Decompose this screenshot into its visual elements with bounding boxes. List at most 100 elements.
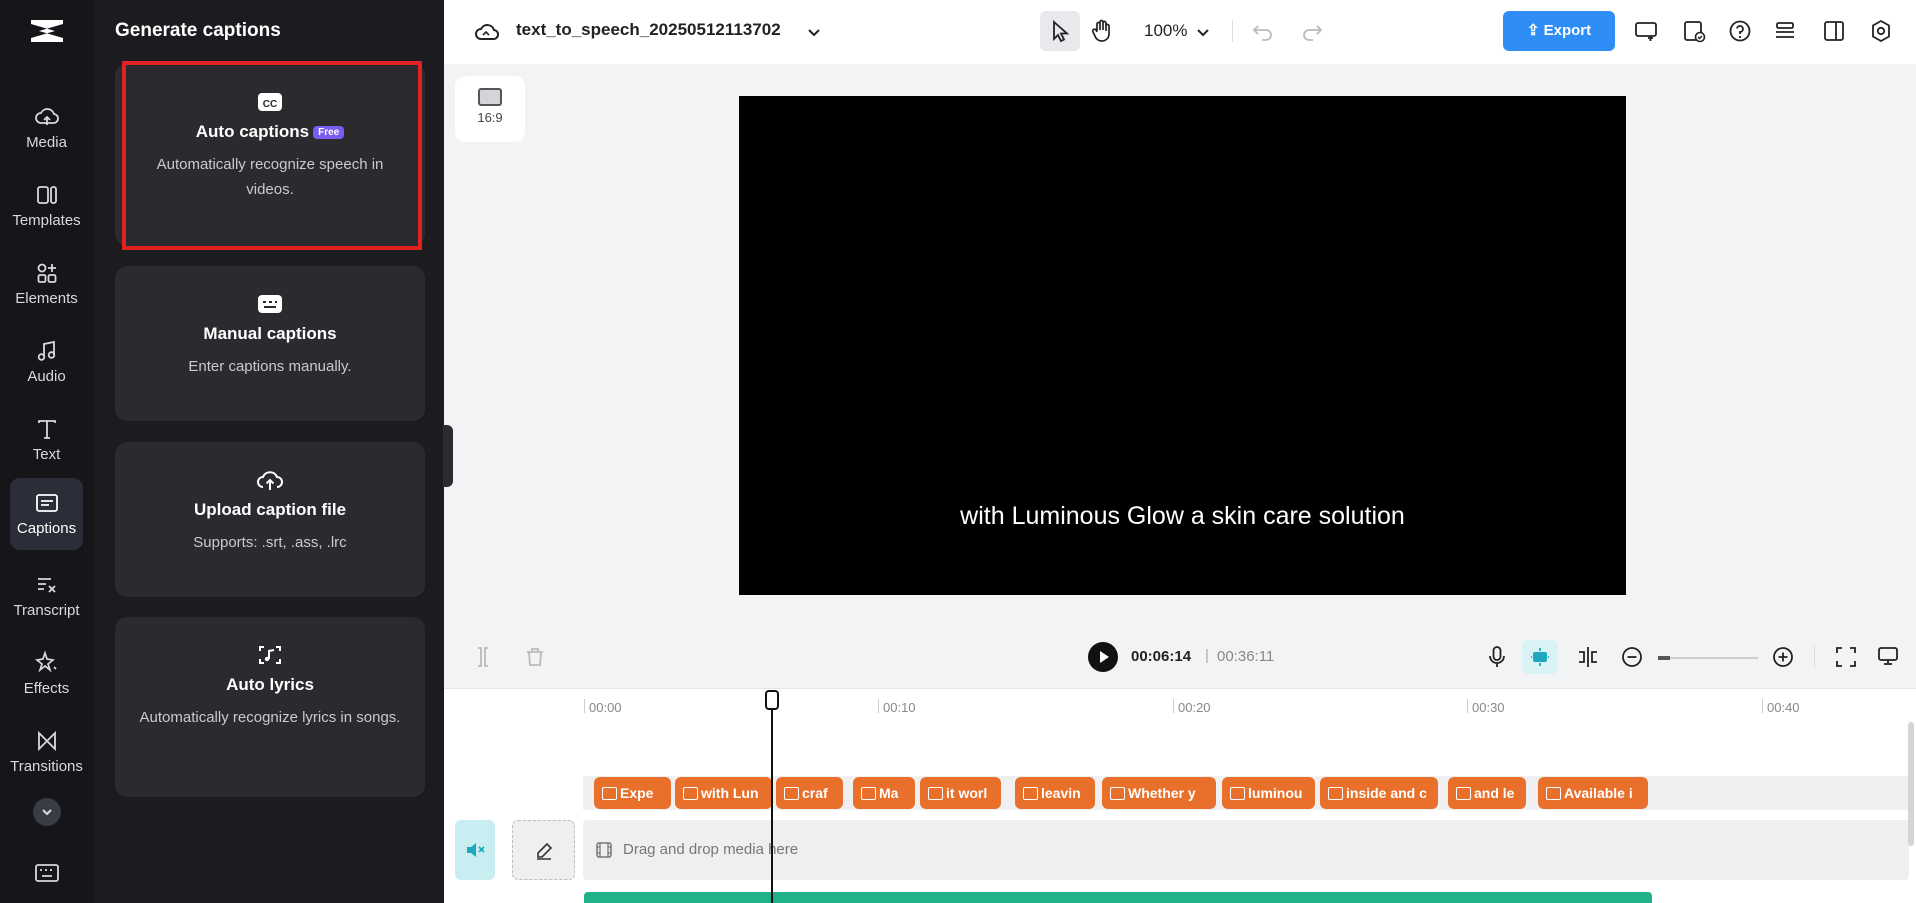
captions-icon bbox=[35, 494, 58, 512]
rail-elements[interactable]: Elements bbox=[10, 248, 83, 320]
templates-icon bbox=[36, 186, 57, 204]
rail-elements-label: Elements bbox=[15, 290, 78, 307]
select-tool-button[interactable] bbox=[1040, 11, 1080, 51]
zoom-chevron-down-icon[interactable] bbox=[1190, 19, 1216, 45]
pointer-icon bbox=[1053, 20, 1070, 43]
auto-lyrics-card[interactable]: Auto lyrics Automatically recognize lyri… bbox=[115, 617, 425, 797]
auto-lyrics-title: Auto lyrics bbox=[226, 675, 314, 694]
timeline-controls: 00:06:14 | 00:36:11 bbox=[444, 628, 1916, 686]
capcut-logo[interactable] bbox=[27, 14, 67, 48]
rail-transcript[interactable]: Transcript bbox=[10, 560, 83, 632]
export-button[interactable]: ⇪ Export bbox=[1503, 11, 1615, 51]
auto-lyrics-desc: Automatically recognize lyrics in songs. bbox=[139, 709, 401, 726]
split-view-icon[interactable] bbox=[1821, 18, 1847, 44]
project-name[interactable]: text_to_speech_20250512113702 bbox=[516, 20, 781, 40]
effects-icon bbox=[34, 650, 57, 673]
cloud-save-icon[interactable] bbox=[474, 19, 500, 45]
zoom-slider-knob[interactable] bbox=[1658, 656, 1670, 660]
play-button[interactable] bbox=[1088, 642, 1118, 672]
export-label: Export bbox=[1543, 22, 1592, 39]
playhead-handle[interactable] bbox=[765, 690, 779, 710]
auto-captions-card[interactable]: CC Auto captions Free Automatically recog… bbox=[115, 64, 425, 246]
rail-audio-label: Audio bbox=[27, 368, 66, 385]
upload-caption-title: Upload caption file bbox=[193, 500, 347, 519]
caption-clip[interactable]: it worl bbox=[920, 777, 1001, 809]
svg-text:CC: CC bbox=[263, 99, 277, 110]
zoom-slider[interactable] bbox=[1658, 657, 1758, 659]
chevron-down-icon bbox=[42, 809, 52, 816]
caption-clip[interactable]: inside and c bbox=[1320, 777, 1438, 809]
fit-timeline-icon[interactable] bbox=[1833, 644, 1859, 670]
redo-icon[interactable] bbox=[1299, 18, 1325, 44]
caption-clip[interactable]: Available i bbox=[1538, 777, 1648, 809]
edit-cover-button[interactable] bbox=[512, 820, 575, 880]
divider bbox=[1232, 20, 1233, 42]
current-time: 00:06:14 bbox=[1131, 648, 1192, 665]
elements-icon bbox=[37, 263, 56, 283]
microphone-icon[interactable] bbox=[1484, 644, 1510, 670]
caption-clip[interactable]: luminou bbox=[1222, 777, 1315, 809]
transcript-icon bbox=[37, 578, 56, 593]
tick-mark bbox=[1173, 699, 1174, 713]
rail-transitions-label: Transitions bbox=[10, 758, 83, 775]
aspect-ratio-label: 16:9 bbox=[477, 110, 503, 125]
tick-label: 00:20 bbox=[1178, 700, 1211, 715]
rail-templates[interactable]: Templates bbox=[10, 170, 83, 242]
caption-clip[interactable]: craf bbox=[776, 777, 843, 809]
transitions-icon bbox=[37, 730, 56, 752]
caption-clip[interactable]: and le bbox=[1448, 777, 1526, 809]
video-preview[interactable]: with Luminous Glow a skin care solution bbox=[739, 96, 1626, 595]
present-icon[interactable] bbox=[1633, 18, 1659, 44]
rail-transitions[interactable]: Transitions bbox=[10, 716, 83, 788]
monitor-icon[interactable] bbox=[1875, 643, 1901, 669]
timeline-scrollbar[interactable] bbox=[1908, 722, 1914, 846]
zoom-out-icon[interactable] bbox=[1619, 644, 1645, 670]
caption-clip[interactable]: Ma bbox=[853, 777, 915, 809]
hand-icon[interactable] bbox=[1089, 18, 1115, 44]
layers-icon[interactable] bbox=[1772, 18, 1798, 44]
divider bbox=[1814, 646, 1815, 668]
upload-caption-card[interactable]: Upload caption file Supports: .srt, .ass… bbox=[115, 442, 425, 597]
undo-icon[interactable] bbox=[1250, 18, 1276, 44]
caption-clip[interactable]: Expe bbox=[594, 777, 671, 809]
keyboard-shortcuts-icon[interactable] bbox=[33, 862, 61, 884]
split-marker-icon[interactable] bbox=[1575, 644, 1601, 670]
playhead-line[interactable] bbox=[771, 690, 773, 903]
rail-media[interactable]: Media bbox=[10, 92, 83, 164]
delete-icon[interactable] bbox=[522, 644, 548, 670]
split-clip-icon[interactable] bbox=[470, 644, 496, 670]
rail-audio[interactable]: Audio bbox=[10, 326, 83, 398]
help-icon[interactable] bbox=[1727, 18, 1753, 44]
zoom-in-icon[interactable] bbox=[1770, 644, 1796, 670]
caption-clip[interactable]: leavin bbox=[1015, 777, 1095, 809]
chevron-down-icon[interactable] bbox=[801, 19, 827, 45]
subtitle-text[interactable]: with Luminous Glow a skin care solution bbox=[739, 502, 1626, 531]
tick-label: 00:40 bbox=[1767, 700, 1800, 715]
rail-more-button[interactable] bbox=[33, 798, 61, 826]
shield-check-icon[interactable] bbox=[1681, 18, 1707, 44]
manual-captions-card[interactable]: Manual captions Enter captions manually. bbox=[115, 266, 425, 421]
auto-snap-button[interactable] bbox=[1522, 640, 1558, 674]
tick-label: 00:30 bbox=[1472, 700, 1505, 715]
panel-collapse-handle[interactable] bbox=[443, 425, 453, 487]
rail-effects[interactable]: Effects bbox=[10, 638, 83, 710]
zoom-level[interactable]: 100% bbox=[1144, 21, 1187, 41]
rail-text[interactable]: Text bbox=[10, 404, 83, 476]
upload-caption-desc: Supports: .srt, .ass, .lrc bbox=[193, 534, 347, 551]
mute-track-button[interactable] bbox=[455, 820, 495, 880]
left-rail: Media Templates Elements Audio Text Capt… bbox=[0, 0, 94, 903]
rail-templates-label: Templates bbox=[12, 212, 81, 229]
manual-captions-title: Manual captions bbox=[203, 324, 337, 343]
caption-clip[interactable]: Whether y bbox=[1102, 777, 1216, 809]
auto-captions-title: Auto captions Free bbox=[115, 122, 425, 142]
caption-clip[interactable]: with Lun bbox=[675, 777, 772, 809]
auto-captions-desc: Automatically recognize speech in videos… bbox=[156, 156, 384, 198]
lyrics-icon bbox=[259, 646, 281, 664]
rail-captions[interactable]: Captions bbox=[10, 478, 83, 550]
settings-icon[interactable] bbox=[1868, 18, 1894, 44]
media-drop-zone[interactable]: Drag and drop media here bbox=[583, 820, 1909, 880]
cloud-upload-icon bbox=[34, 108, 59, 125]
audio-track[interactable] bbox=[584, 892, 1652, 903]
aspect-ratio-button[interactable]: 16:9 bbox=[455, 76, 525, 142]
tick-mark bbox=[878, 699, 879, 713]
